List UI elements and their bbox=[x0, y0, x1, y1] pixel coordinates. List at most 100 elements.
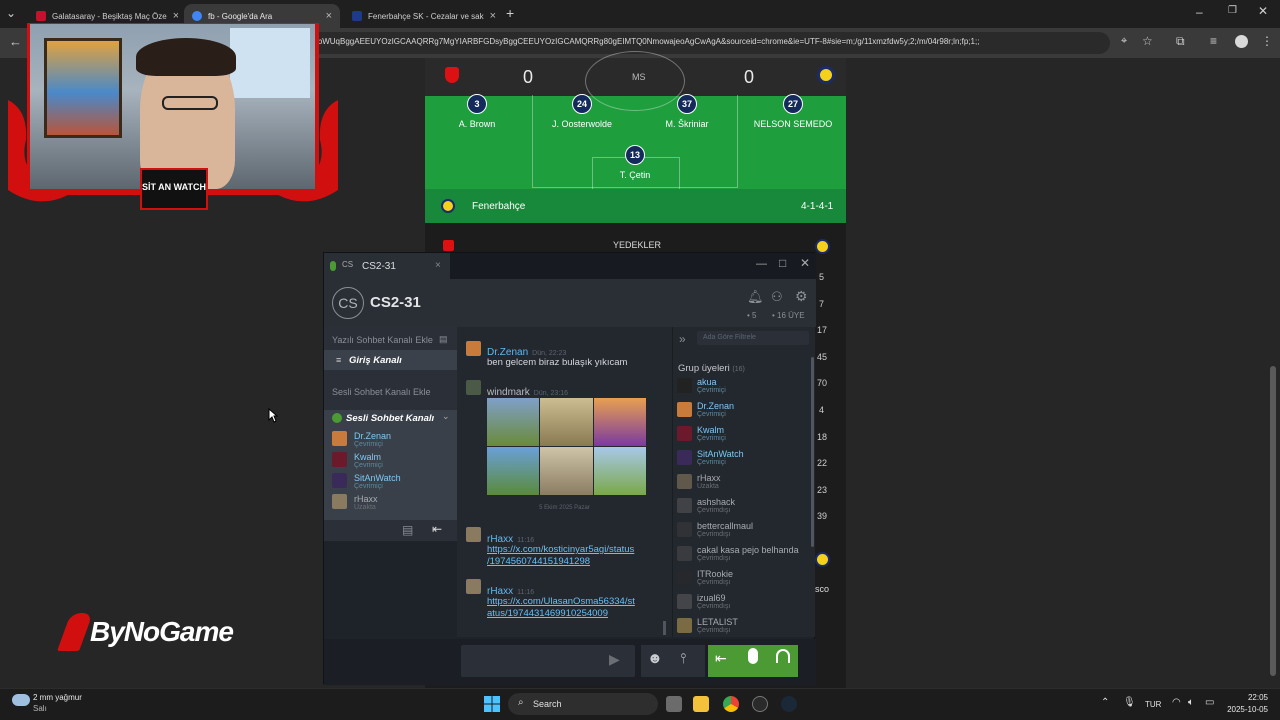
microphone-icon[interactable] bbox=[748, 648, 758, 664]
menu-icon[interactable]: ⋮ bbox=[1261, 34, 1273, 48]
voice-member-name[interactable]: Kwalm bbox=[354, 452, 381, 462]
bookmark-star-icon[interactable]: ☆ bbox=[1142, 34, 1153, 48]
member-name[interactable]: akua bbox=[697, 377, 717, 387]
add-voice-channel[interactable]: Sesli Sohbet Kanalı Ekle bbox=[332, 387, 431, 397]
away-team-crest bbox=[815, 552, 830, 567]
member-name[interactable]: ashshack bbox=[697, 497, 735, 507]
team-bar: Fenerbahçe 4-1-4-1 bbox=[425, 189, 846, 223]
settings-gear-icon[interactable]: ⚙ bbox=[795, 288, 808, 305]
formation: 4-1-4-1 bbox=[801, 201, 834, 212]
member-name[interactable]: ITRookie bbox=[697, 569, 733, 579]
player-number[interactable]: 3 bbox=[467, 94, 487, 114]
voice-member-name[interactable]: Dr.Zenan bbox=[354, 431, 391, 441]
minimize-icon[interactable]: — bbox=[756, 258, 767, 270]
message-link-line[interactable]: /1974560744151941298 bbox=[487, 556, 590, 568]
member-name[interactable]: Kwalm bbox=[697, 425, 724, 435]
flower-field-image bbox=[593, 398, 646, 446]
collapse-members-icon[interactable]: » bbox=[679, 332, 686, 346]
media-icon[interactable]: ≡ bbox=[1210, 34, 1217, 48]
steam-icon[interactable] bbox=[781, 696, 797, 712]
member-scrollbar[interactable] bbox=[811, 357, 814, 547]
close-window-icon[interactable]: ✕ bbox=[1258, 4, 1268, 18]
emoji-icon[interactable]: ☻ bbox=[647, 650, 663, 667]
steam-title-bar: CS CS2-31 × — □ ✕ bbox=[324, 253, 816, 279]
member-name[interactable]: Dr.Zenan bbox=[697, 401, 734, 411]
voice-channel-label[interactable]: Sesli Sohbet Kanalı bbox=[346, 413, 434, 424]
close-tab-icon[interactable]: × bbox=[490, 10, 496, 22]
send-icon[interactable]: ▶ bbox=[609, 651, 620, 668]
voice-channel-icon bbox=[332, 413, 342, 423]
member-status: Çevrimiçi bbox=[697, 459, 726, 466]
member-name[interactable]: rHaxx bbox=[697, 473, 721, 483]
message-time: 11:16 bbox=[517, 537, 535, 544]
minimize-icon[interactable]: – bbox=[1196, 5, 1203, 19]
member-name[interactable]: bettercallmaul bbox=[697, 521, 753, 531]
attach-paperclip-icon[interactable]: ⫯ bbox=[680, 650, 686, 667]
leave-voice-icon[interactable]: ⇤ bbox=[715, 650, 727, 667]
page-scrollbar[interactable] bbox=[1270, 366, 1276, 676]
task-view-icon[interactable] bbox=[666, 696, 682, 712]
sub-number: 45 bbox=[817, 352, 828, 362]
location-icon[interactable]: ⌖ bbox=[1121, 35, 1127, 48]
chrome-icon[interactable] bbox=[723, 696, 739, 712]
member-name[interactable]: cakal kasa pejo belhanda bbox=[697, 545, 799, 555]
chevron-up-icon[interactable]: ⌃ bbox=[1101, 697, 1109, 708]
obs-icon[interactable] bbox=[752, 696, 768, 712]
message-link-line[interactable]: atus/1974431469910254009 bbox=[487, 608, 608, 620]
avatar bbox=[677, 378, 692, 393]
sub-number: 7 bbox=[819, 299, 825, 309]
rain-cloud-icon[interactable] bbox=[12, 694, 30, 706]
channel-settings-icon[interactable]: ▤ bbox=[402, 523, 413, 537]
restore-icon[interactable]: ❐ bbox=[1228, 5, 1237, 16]
member-status: Çevrimdışı bbox=[697, 579, 731, 586]
tab-search-icon[interactable]: ⌄ bbox=[6, 6, 16, 20]
player-number[interactable]: 27 bbox=[783, 94, 803, 114]
add-channel-icon[interactable]: ▤ bbox=[439, 334, 448, 345]
new-tab-icon[interactable]: + bbox=[506, 5, 514, 21]
microphone-tray-icon[interactable]: 🎙︎ bbox=[1123, 697, 1136, 708]
player-number[interactable]: 13 bbox=[625, 145, 645, 165]
windows-start-icon[interactable] bbox=[484, 696, 500, 712]
message-link-line[interactable]: https://x.com/UlasanOsma56334/st bbox=[487, 596, 635, 608]
team-name: Fenerbahçe bbox=[472, 201, 526, 212]
member-name[interactable]: SitAnWatch bbox=[697, 449, 744, 459]
members-title-label: Grup üyeleri bbox=[678, 363, 730, 374]
headphones-icon[interactable] bbox=[776, 649, 790, 663]
battery-icon[interactable]: ▭ bbox=[1205, 697, 1214, 708]
date-divider: 5 Ekim 2025 Pazar bbox=[539, 505, 590, 511]
maximize-icon[interactable]: □ bbox=[779, 256, 786, 270]
language-indicator[interactable]: TUR bbox=[1145, 700, 1161, 709]
add-text-channel[interactable]: Yazılı Sohbet Kanalı Ekle bbox=[332, 335, 433, 345]
member-name[interactable]: LETALIST bbox=[697, 617, 738, 627]
sub-number: 23 bbox=[817, 485, 828, 495]
voice-member-name[interactable]: SitAnWatch bbox=[354, 473, 401, 483]
invite-friends-icon[interactable]: ⚇ bbox=[771, 289, 783, 305]
members-count: (16) bbox=[732, 366, 745, 373]
message-author[interactable]: windmark bbox=[487, 387, 530, 398]
player-number[interactable]: 24 bbox=[572, 94, 592, 114]
close-window-icon[interactable]: ✕ bbox=[800, 256, 810, 270]
taskbar-search[interactable] bbox=[508, 693, 658, 715]
profile-avatar[interactable] bbox=[1235, 35, 1248, 48]
wifi-icon[interactable]: ◠ bbox=[1172, 697, 1181, 708]
volume-icon[interactable]: 🔈︎ bbox=[1188, 697, 1194, 708]
leave-channel-icon[interactable]: ⇤ bbox=[432, 522, 442, 536]
clock-time[interactable]: 22:05 bbox=[1232, 693, 1268, 702]
weather-text[interactable]: 2 mm yağmur bbox=[33, 693, 82, 702]
message-time: 11:16 bbox=[517, 589, 535, 596]
shared-image-collage[interactable] bbox=[487, 398, 646, 495]
player-number[interactable]: 37 bbox=[677, 94, 697, 114]
message-scrollbar[interactable] bbox=[663, 621, 666, 635]
extensions-icon[interactable]: ⧉ bbox=[1176, 34, 1185, 49]
notification-bell-icon[interactable]: 🔔︎ bbox=[747, 289, 764, 305]
webcam-feed bbox=[30, 24, 315, 189]
close-tab-icon[interactable]: × bbox=[435, 260, 441, 271]
browser-tab-3[interactable]: Fenerbahçe SK - Cezalar ve sak × bbox=[344, 4, 498, 28]
message-link-line[interactable]: https://x.com/kosticinyar5agi/status bbox=[487, 544, 634, 556]
member-name[interactable]: izual69 bbox=[697, 593, 726, 603]
chevron-down-icon[interactable]: ⌄ bbox=[442, 411, 450, 422]
player-name: A. Brown bbox=[458, 119, 496, 129]
partial-player-name: sco bbox=[815, 584, 830, 594]
voice-member-name[interactable]: rHaxx bbox=[354, 494, 378, 504]
file-explorer-icon[interactable] bbox=[693, 696, 709, 712]
